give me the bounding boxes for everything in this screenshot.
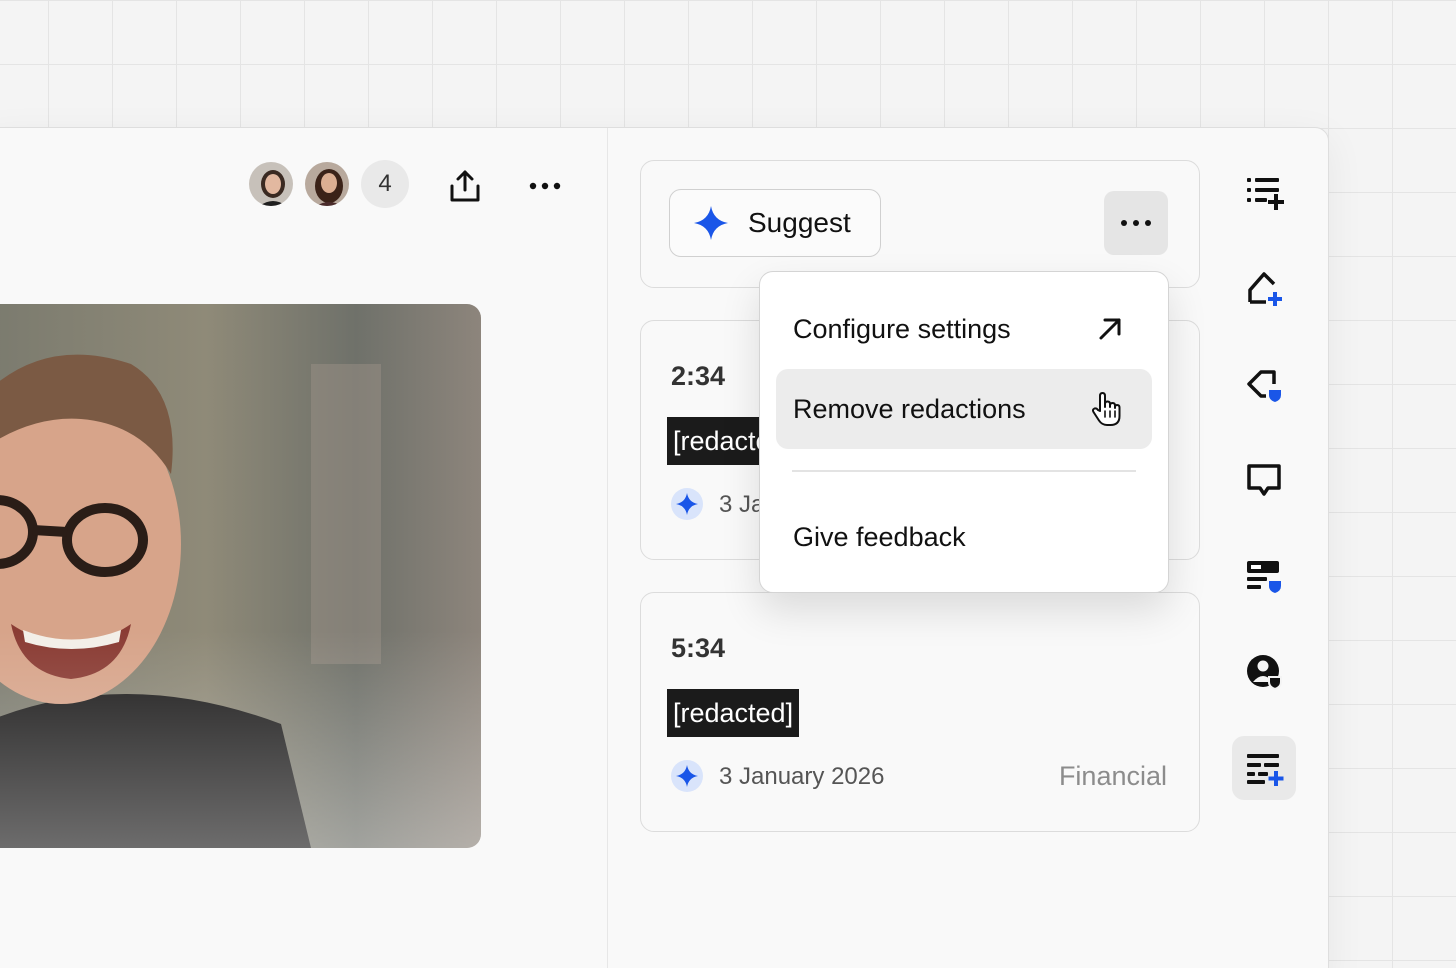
participant-count-badge[interactable]: 4: [361, 160, 409, 208]
redaction-date: 3 January 2026: [719, 763, 885, 790]
comment-icon: [1247, 464, 1281, 496]
share-icon: [450, 170, 480, 202]
suggest-card: Suggest: [640, 160, 1200, 288]
menu-item-give-feedback[interactable]: Give feedback: [776, 497, 1152, 577]
hand-pointer-icon: [1091, 392, 1121, 426]
menu-item-configure-settings[interactable]: Configure settings: [776, 289, 1152, 369]
share-button[interactable]: [443, 166, 487, 206]
redaction-card[interactable]: 5:34 [redacted] 3 January 2026 Financial: [640, 592, 1200, 832]
menu-item-label: Give feedback: [793, 521, 966, 552]
sparkle-badge-icon: [671, 760, 703, 792]
tag-shield-icon: [1247, 370, 1281, 402]
sidebar-tag-add-button[interactable]: [1232, 256, 1296, 320]
more-horizontal-icon: [529, 182, 561, 190]
avatar-participant-1[interactable]: [247, 160, 295, 208]
tag-add-icon: [1248, 272, 1282, 306]
avatar-participant-2[interactable]: [303, 160, 351, 208]
redaction-timestamp: 5:34: [671, 633, 726, 663]
participant-count: 4: [378, 170, 392, 197]
arrow-up-right-icon: [1099, 318, 1121, 340]
menu-item-remove-redactions[interactable]: Remove redactions: [776, 369, 1152, 449]
sidebar-comment-button[interactable]: [1232, 448, 1296, 512]
list-add-icon: [1247, 178, 1284, 210]
video-frame[interactable]: [0, 304, 481, 848]
sidebar-form-shield-button[interactable]: [1232, 544, 1296, 608]
form-shield-icon: [1247, 561, 1281, 593]
menu-divider: [792, 470, 1136, 472]
redaction-list-add-icon: [1247, 754, 1284, 786]
suggest-label: Suggest: [748, 207, 851, 238]
more-horizontal-icon: [1121, 220, 1151, 226]
menu-item-label: Remove redactions: [793, 393, 1026, 424]
user-shield-icon: [1247, 655, 1282, 691]
sidebar-list-add-button[interactable]: [1232, 160, 1296, 224]
sidebar-user-shield-button[interactable]: [1232, 640, 1296, 704]
panel-more-button[interactable]: [1104, 191, 1168, 255]
sidebar-redaction-list-button[interactable]: [1232, 736, 1296, 800]
panel-divider: [607, 128, 608, 968]
menu-item-label: Configure settings: [793, 313, 1011, 344]
sparkle-icon: [694, 206, 728, 240]
redaction-category: Financial: [1058, 761, 1167, 791]
redacted-text: [redacted]: [667, 689, 800, 737]
sparkle-badge-icon: [671, 488, 703, 520]
sidebar-tag-shield-button[interactable]: [1232, 352, 1296, 416]
options-dropdown-menu: Configure settings Remove redactions Giv…: [759, 271, 1169, 593]
suggest-button[interactable]: Suggest: [669, 189, 881, 257]
redaction-timestamp: 2:34: [671, 361, 726, 391]
more-options-button[interactable]: [523, 166, 567, 206]
